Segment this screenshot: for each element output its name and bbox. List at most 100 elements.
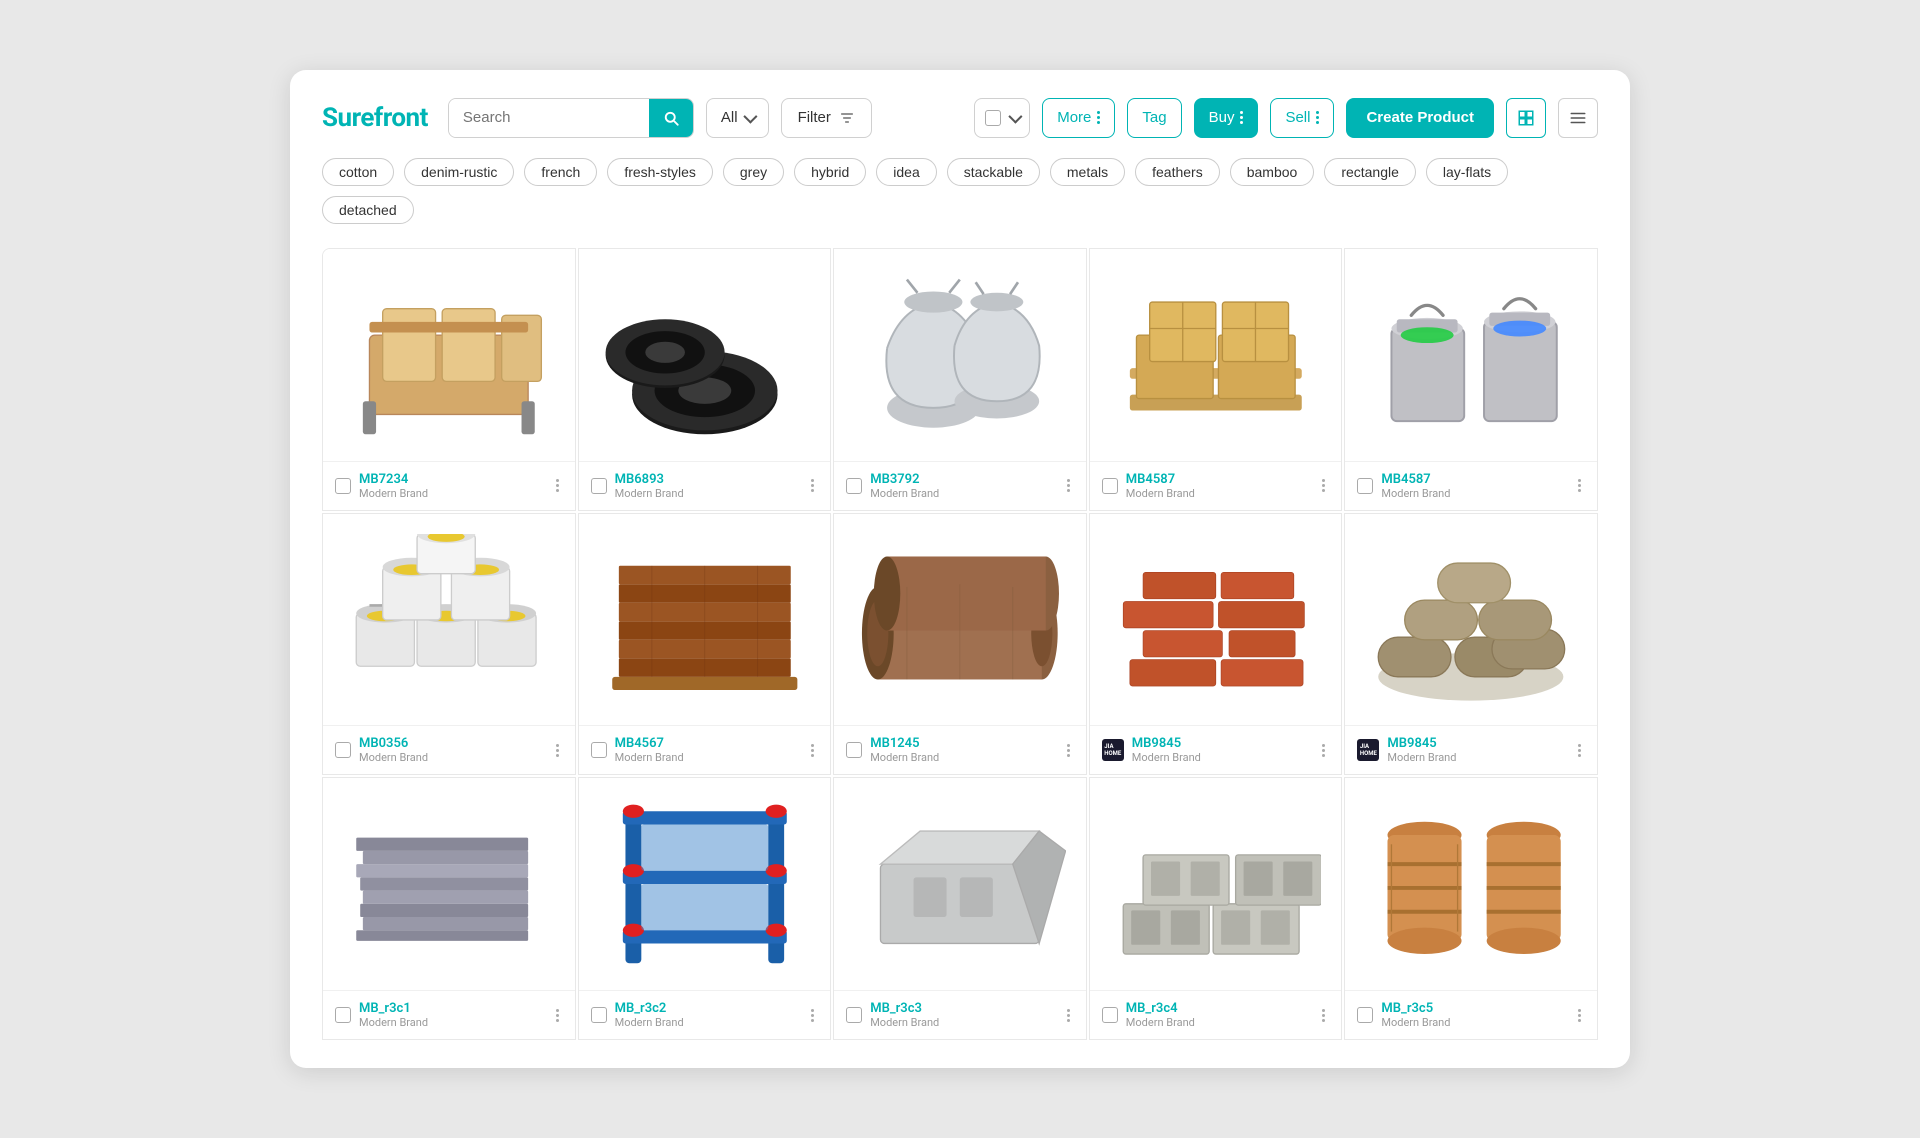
product-id[interactable]: MB0356: [359, 736, 544, 751]
product-info: MB_r3c4Modern Brand: [1126, 1001, 1311, 1029]
filter-button[interactable]: Filter: [781, 98, 872, 138]
product-checkbox[interactable]: [1102, 478, 1118, 494]
product-checkbox[interactable]: [846, 478, 862, 494]
product-checkbox[interactable]: [1357, 1007, 1373, 1023]
search-wrapper: [448, 98, 694, 138]
product-menu-button[interactable]: [1318, 475, 1329, 496]
product-card: MB3792Modern Brand: [833, 248, 1087, 511]
search-button[interactable]: [649, 99, 693, 137]
all-dropdown[interactable]: All: [706, 98, 769, 138]
product-checkbox[interactable]: [1357, 478, 1373, 494]
product-menu-button[interactable]: [1574, 475, 1585, 496]
search-input[interactable]: [449, 99, 649, 137]
product-card: MB4587Modern Brand: [1344, 248, 1598, 511]
product-id[interactable]: MB_r3c2: [615, 1001, 800, 1016]
product-menu-button[interactable]: [1063, 475, 1074, 496]
tag-pill-idea[interactable]: idea: [876, 158, 936, 186]
logo: Surefront: [322, 103, 428, 133]
tag-pill-denim-rustic[interactable]: denim-rustic: [404, 158, 514, 186]
product-brand: Modern Brand: [1381, 1016, 1566, 1029]
product-brand: Modern Brand: [615, 1016, 800, 1029]
product-id[interactable]: MB_r3c4: [1126, 1001, 1311, 1016]
tag-pill-stackable[interactable]: stackable: [947, 158, 1040, 186]
product-card: MB_r3c4Modern Brand: [1089, 777, 1343, 1040]
product-card: MB6893Modern Brand: [578, 248, 832, 511]
product-id[interactable]: MB9845: [1132, 736, 1311, 751]
product-card: MB_r3c3Modern Brand: [833, 777, 1087, 1040]
product-menu-button[interactable]: [552, 475, 563, 496]
filter-label: Filter: [798, 109, 831, 126]
buy-button[interactable]: Buy: [1194, 98, 1259, 138]
product-menu-button[interactable]: [807, 740, 818, 761]
tag-pill-french[interactable]: french: [524, 158, 597, 186]
grid-view-button[interactable]: [1506, 98, 1546, 138]
product-checkbox[interactable]: [846, 742, 862, 758]
tag-button[interactable]: Tag: [1127, 98, 1181, 138]
buy-label: Buy: [1209, 109, 1235, 126]
product-info: MB4567Modern Brand: [615, 736, 800, 764]
product-checkbox[interactable]: [591, 478, 607, 494]
more-dots-icon: [1097, 111, 1100, 124]
product-checkbox[interactable]: [591, 742, 607, 758]
tag-label: Tag: [1142, 109, 1166, 126]
product-image-area: [834, 778, 1086, 990]
sell-button[interactable]: Sell: [1270, 98, 1334, 138]
product-image-area: [323, 514, 575, 726]
product-menu-button[interactable]: [807, 475, 818, 496]
product-id[interactable]: MB9845: [1387, 736, 1566, 751]
product-menu-button[interactable]: [1574, 1005, 1585, 1026]
product-menu-button[interactable]: [1063, 1005, 1074, 1026]
product-info: MB_r3c3Modern Brand: [870, 1001, 1055, 1029]
product-image-area: [1345, 249, 1597, 461]
product-info: MB4587Modern Brand: [1381, 472, 1566, 500]
product-image-area: [1345, 778, 1597, 990]
product-id[interactable]: MB4567: [615, 736, 800, 751]
tag-pill-metals[interactable]: metals: [1050, 158, 1125, 186]
tag-pill-cotton[interactable]: cotton: [322, 158, 394, 186]
more-button[interactable]: More: [1042, 98, 1115, 138]
tag-pill-lay-flats[interactable]: lay-flats: [1426, 158, 1508, 186]
product-brand: Modern Brand: [359, 1016, 544, 1029]
product-brand: Modern Brand: [615, 487, 800, 500]
tag-pill-bamboo[interactable]: bamboo: [1230, 158, 1315, 186]
product-id[interactable]: MB_r3c3: [870, 1001, 1055, 1016]
product-checkbox[interactable]: [1102, 1007, 1118, 1023]
list-view-button[interactable]: [1558, 98, 1598, 138]
tag-pill-feathers[interactable]: feathers: [1135, 158, 1220, 186]
product-checkbox[interactable]: [846, 1007, 862, 1023]
product-checkbox[interactable]: [335, 478, 351, 494]
product-checkbox[interactable]: [335, 742, 351, 758]
all-dropdown-label: All: [721, 109, 738, 126]
product-checkbox[interactable]: [335, 1007, 351, 1023]
product-id[interactable]: MB4587: [1381, 472, 1566, 487]
product-id[interactable]: MB_r3c1: [359, 1001, 544, 1016]
create-label: Create Product: [1366, 109, 1474, 126]
product-id[interactable]: MB4587: [1126, 472, 1311, 487]
product-card: MB4567Modern Brand: [578, 513, 832, 776]
tag-pill-fresh-styles[interactable]: fresh-styles: [607, 158, 713, 186]
product-menu-button[interactable]: [1318, 1005, 1329, 1026]
product-card: JIAHOMEMB9845Modern Brand: [1344, 513, 1598, 776]
product-id[interactable]: MB3792: [870, 472, 1055, 487]
product-id[interactable]: MB_r3c5: [1381, 1001, 1566, 1016]
product-menu-button[interactable]: [1318, 740, 1329, 761]
tag-pill-detached[interactable]: detached: [322, 196, 414, 224]
product-menu-button[interactable]: [1574, 740, 1585, 761]
product-checkbox[interactable]: [591, 1007, 607, 1023]
product-brand: Modern Brand: [615, 751, 800, 764]
checkbox-dropdown[interactable]: [974, 98, 1030, 138]
tag-pill-rectangle[interactable]: rectangle: [1324, 158, 1416, 186]
create-product-button[interactable]: Create Product: [1346, 98, 1494, 138]
product-card: JIAHOMEMB9845Modern Brand: [1089, 513, 1343, 776]
product-id[interactable]: MB6893: [615, 472, 800, 487]
product-menu-button[interactable]: [552, 1005, 563, 1026]
product-id[interactable]: MB7234: [359, 472, 544, 487]
product-menu-button[interactable]: [552, 740, 563, 761]
product-info: MB0356Modern Brand: [359, 736, 544, 764]
product-menu-button[interactable]: [1063, 740, 1074, 761]
product-footer: MB0356Modern Brand: [323, 725, 575, 774]
product-menu-button[interactable]: [807, 1005, 818, 1026]
tag-pill-hybrid[interactable]: hybrid: [794, 158, 866, 186]
tag-pill-grey[interactable]: grey: [723, 158, 784, 186]
product-id[interactable]: MB1245: [870, 736, 1055, 751]
